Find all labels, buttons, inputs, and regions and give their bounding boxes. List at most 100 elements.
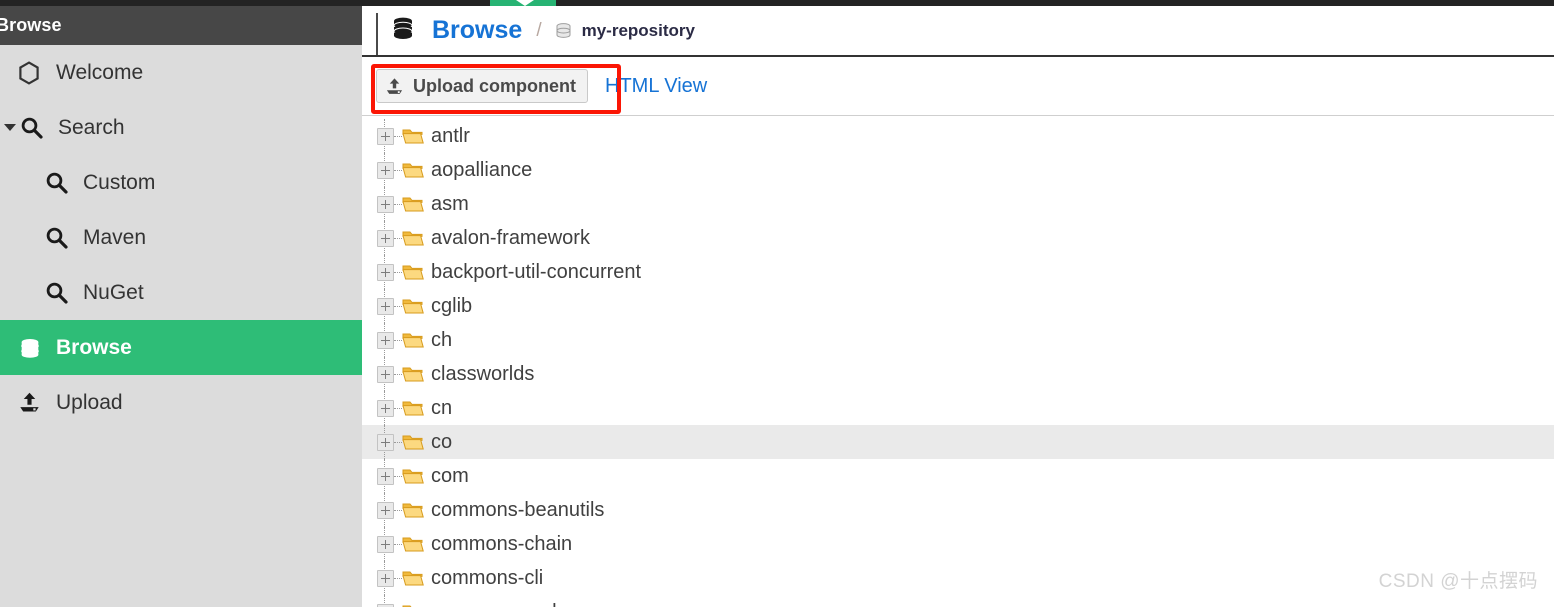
expand-node-icon[interactable] [377, 127, 394, 145]
folder-icon [402, 127, 424, 146]
breadcrumb-separator: / [536, 19, 542, 41]
tree-row-label: asm [431, 193, 469, 215]
search-icon [45, 171, 75, 194]
upload-icon [385, 77, 407, 96]
expand-node-icon[interactable] [377, 433, 394, 451]
expand-node-icon[interactable] [377, 195, 394, 213]
sidebar-item-maven[interactable]: Maven [0, 210, 362, 265]
expand-node-icon[interactable] [377, 603, 394, 607]
tree-row[interactable]: asm [362, 187, 1554, 221]
tree-row[interactable]: co [362, 425, 1554, 459]
tree-row[interactable]: commons-codec [362, 595, 1554, 607]
breadcrumb-repository[interactable]: my-repository [554, 21, 695, 41]
sidebar-item-label: NuGet [83, 281, 144, 304]
tree-row-label: com [431, 465, 469, 487]
upload-component-button[interactable]: Upload component [376, 69, 588, 103]
tree-row[interactable]: commons-beanutils [362, 493, 1554, 527]
folder-icon [402, 399, 424, 418]
database-icon [390, 15, 416, 46]
tree-row-label: ch [431, 329, 453, 351]
folder-icon [402, 501, 424, 520]
tree-connector-stub [394, 475, 402, 477]
app-root: Browse Welcome Search Custom Maven NuGet Brow… [0, 0, 1554, 607]
hexagon-icon [18, 60, 48, 85]
tree-connector-stub [394, 509, 402, 511]
tree-row[interactable]: com [362, 459, 1554, 493]
tree-connector-stub [394, 339, 402, 341]
expand-node-icon[interactable] [377, 365, 394, 383]
folder-icon [402, 161, 424, 180]
tree-row[interactable]: classworlds [362, 357, 1554, 391]
tree-row-label: commons-codec [431, 602, 578, 607]
search-icon [45, 281, 75, 304]
expand-node-icon[interactable] [377, 535, 394, 553]
tree-row[interactable]: antlr [362, 119, 1554, 153]
tree-row-label: commons-cli [431, 567, 544, 589]
tree-row[interactable]: ch [362, 323, 1554, 357]
folder-icon [402, 433, 424, 452]
tree-connector-stub [394, 543, 402, 545]
folder-icon [402, 535, 424, 554]
tree-row[interactable]: backport-util-concurrent [362, 255, 1554, 289]
expand-node-icon[interactable] [377, 501, 394, 519]
search-icon [45, 226, 75, 249]
breadcrumb-repository-label: my-repository [581, 20, 695, 40]
upload-icon [18, 391, 48, 414]
tree-row-label: co [431, 431, 453, 453]
folder-icon [402, 331, 424, 350]
main-panel: Browse / my-repository Upload component … [362, 6, 1554, 607]
sidebar-item-label: Browse [56, 336, 132, 359]
html-view-link[interactable]: HTML View [605, 75, 707, 98]
folder-icon [402, 569, 424, 588]
tree-connector-stub [394, 237, 402, 239]
expand-node-icon[interactable] [377, 229, 394, 247]
tree-row-label: antlr [431, 125, 470, 147]
tree-row[interactable]: commons-chain [362, 527, 1554, 561]
sidebar-item-label: Welcome [56, 61, 144, 84]
sidebar-header-title: Browse [0, 15, 62, 35]
sidebar-item-custom[interactable]: Custom [0, 155, 362, 210]
expand-node-icon[interactable] [377, 331, 394, 349]
search-icon [20, 116, 50, 139]
sidebar-nav-list: Welcome Search Custom Maven NuGet Browse Uploa… [0, 45, 362, 430]
tree-row[interactable]: avalon-framework [362, 221, 1554, 255]
tree-connector-stub [394, 169, 402, 171]
folder-icon [402, 297, 424, 316]
upload-component-button-label: Upload component [413, 75, 576, 96]
sidebar-item-label: Upload [56, 391, 123, 414]
tree-row[interactable]: aopalliance [362, 153, 1554, 187]
tree-connector-stub [394, 271, 402, 273]
chevron-down-icon[interactable] [2, 124, 18, 131]
folder-icon [402, 603, 424, 607]
expand-node-icon[interactable] [377, 467, 394, 485]
sidebar-item-label: Custom [83, 171, 156, 194]
sidebar-item-browse[interactable]: Browse [0, 320, 362, 375]
tree-row-label: commons-chain [431, 533, 573, 555]
folder-icon [402, 263, 424, 282]
expand-node-icon[interactable] [377, 297, 394, 315]
tree-row[interactable]: commons-cli [362, 561, 1554, 595]
tree-connector-stub [394, 407, 402, 409]
tree-connector-stub [394, 577, 402, 579]
expand-node-icon[interactable] [377, 263, 394, 281]
tree-row-label: cglib [431, 295, 473, 317]
breadcrumb-root-label: Browse [432, 16, 523, 44]
sidebar: Browse Welcome Search Custom Maven NuGet Brow… [0, 6, 362, 607]
repository-tree: antlr aopalliance asm avalon-framework backp… [362, 116, 1554, 607]
folder-icon [402, 365, 424, 384]
sidebar-item-search[interactable]: Search [0, 100, 362, 155]
tree-row[interactable]: cglib [362, 289, 1554, 323]
repository-icon [554, 21, 573, 40]
sidebar-item-nuget[interactable]: NuGet [0, 265, 362, 320]
sidebar-header: Browse [0, 6, 362, 45]
expand-node-icon[interactable] [377, 569, 394, 587]
sidebar-item-label: Search [58, 116, 125, 139]
sidebar-item-upload[interactable]: Upload [0, 375, 362, 430]
tree-row-label: classworlds [431, 363, 535, 385]
expand-node-icon[interactable] [377, 161, 394, 179]
breadcrumb-root[interactable]: Browse [362, 15, 522, 46]
expand-node-icon[interactable] [377, 399, 394, 417]
tree-row[interactable]: cn [362, 391, 1554, 425]
sidebar-item-welcome[interactable]: Welcome [0, 45, 362, 100]
breadcrumb: Browse / my-repository [362, 6, 1554, 57]
